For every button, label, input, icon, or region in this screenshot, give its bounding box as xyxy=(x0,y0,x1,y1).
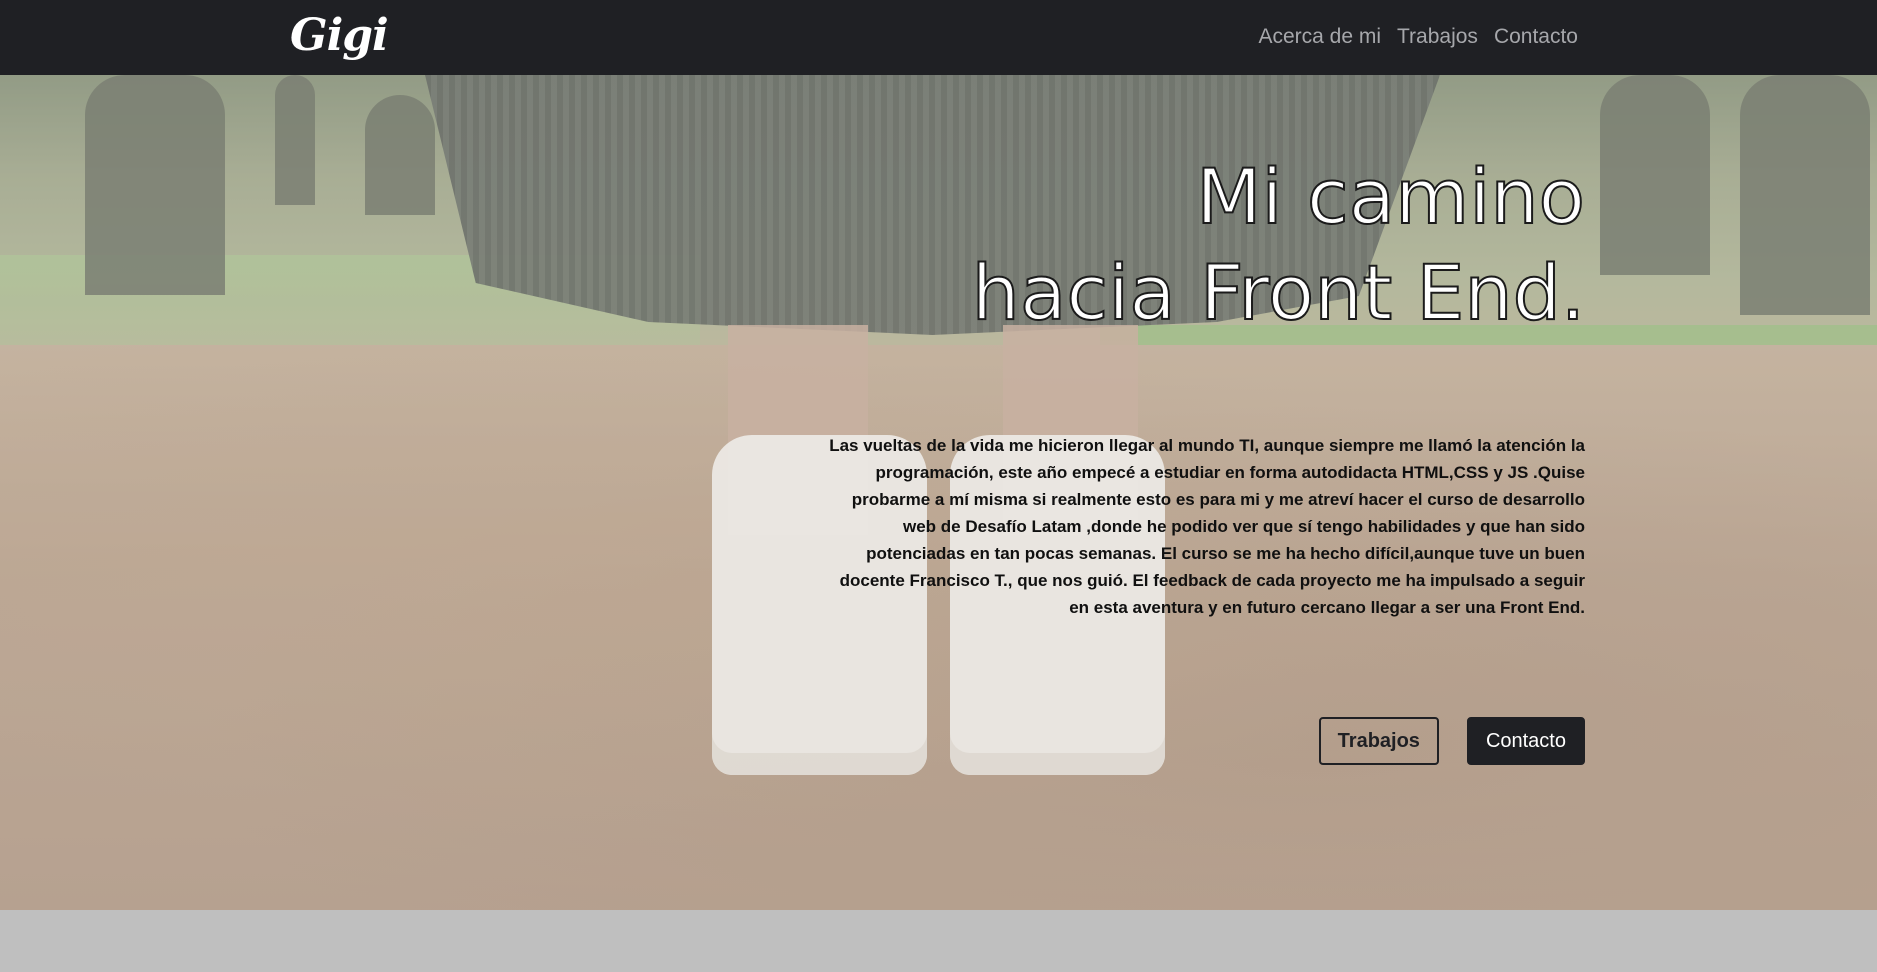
nav-link-works[interactable]: Trabajos xyxy=(1397,21,1478,53)
footer-strip xyxy=(0,910,1877,972)
navbar: Gigi Acerca de mi Trabajos Contacto xyxy=(0,0,1877,75)
hero-content: Mi camino hacia Front End. xyxy=(685,149,1586,341)
nav-link-about[interactable]: Acerca de mi xyxy=(1258,21,1381,53)
hero-title-line-1: Mi camino xyxy=(1195,151,1586,242)
nav-link-contact[interactable]: Contacto xyxy=(1494,21,1578,53)
contact-button[interactable]: Contacto xyxy=(1466,717,1585,765)
nav-links: Acerca de mi Trabajos Contacto xyxy=(1258,21,1578,53)
hero-section: Mi camino hacia Front End. Las vueltas d… xyxy=(0,75,1877,910)
hero-title: Mi camino hacia Front End. xyxy=(685,149,1586,341)
hero-buttons: Trabajos Contacto xyxy=(1318,717,1585,765)
hero-title-line-2: hacia Front End. xyxy=(971,247,1586,338)
hero-description: Las vueltas de la vida me hicieron llega… xyxy=(829,436,1585,617)
works-button[interactable]: Trabajos xyxy=(1318,717,1439,765)
brand-logo[interactable]: Gigi xyxy=(290,6,389,66)
